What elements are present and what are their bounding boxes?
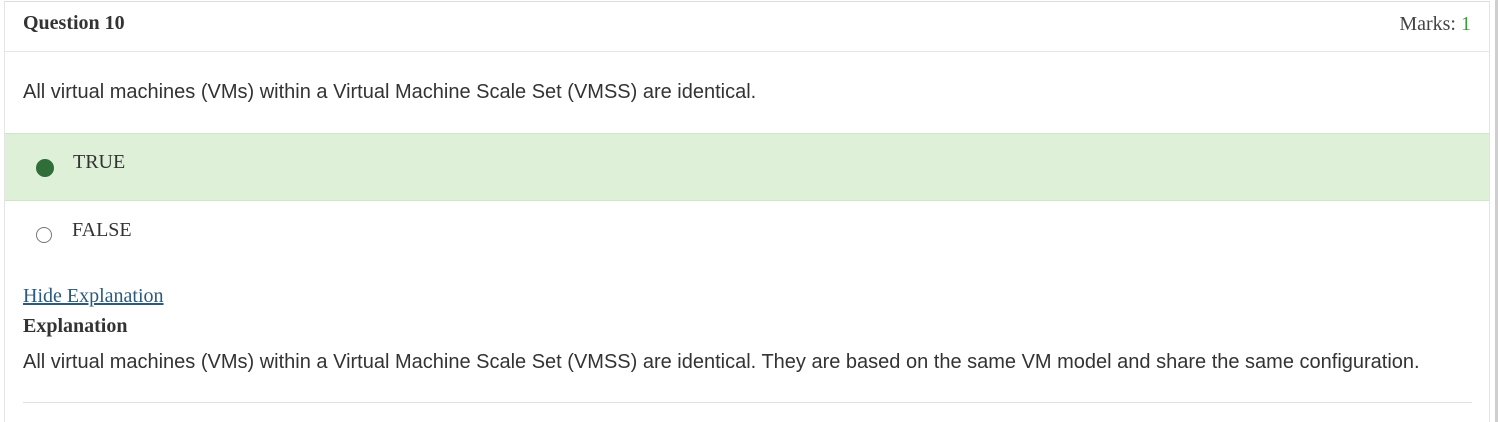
- divider: [23, 402, 1472, 403]
- hide-explanation-link[interactable]: Hide Explanation: [23, 285, 164, 308]
- radio-unselected-icon[interactable]: [36, 227, 52, 243]
- question-text: All virtual machines (VMs) within a Virt…: [23, 81, 757, 103]
- question-card: Question 10 Marks: 1 All virtual machine…: [4, 1, 1490, 422]
- marks-display: Marks: 1: [1399, 13, 1471, 36]
- question-header: Question 10 Marks: 1: [5, 2, 1489, 52]
- option-label: TRUE: [73, 151, 126, 173]
- option-false[interactable]: FALSE: [5, 202, 1489, 270]
- option-label: FALSE: [72, 219, 132, 241]
- marks-label: Marks:: [1399, 13, 1461, 35]
- explanation-text: All virtual machines (VMs) within a Virt…: [23, 351, 1420, 373]
- quiz-page: Question 10 Marks: 1 All virtual machine…: [0, 0, 1498, 422]
- radio-selected-icon[interactable]: [36, 159, 54, 177]
- option-true[interactable]: TRUE: [5, 133, 1489, 201]
- explanation-heading: Explanation: [23, 315, 128, 337]
- question-title: Question 10: [23, 12, 125, 34]
- marks-value: 1: [1461, 13, 1471, 35]
